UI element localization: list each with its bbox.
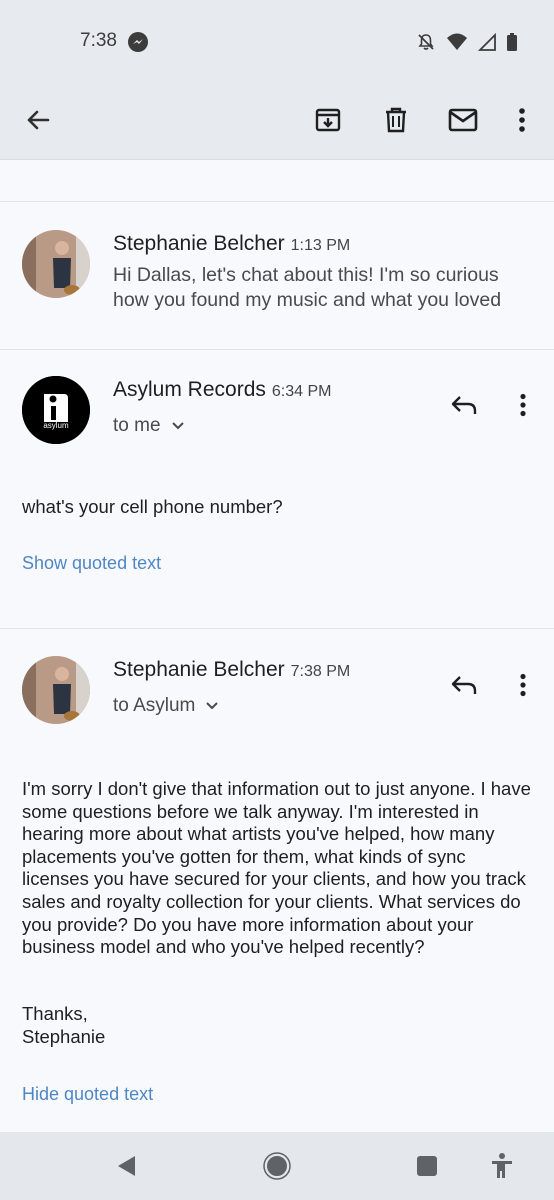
hide-quoted-text-link[interactable]: Hide quoted text [22,1084,153,1105]
message-snippet: Hi Dallas, let's chat about this! I'm so… [113,264,502,311]
avatar: asylum [22,376,90,444]
status-icons [416,32,518,57]
message-time: 6:34 PM [271,383,332,400]
message-signature: Stephanie [22,1026,106,1047]
sender-name: Stephanie Belcher 7:38 PM [113,658,351,681]
accessibility-icon[interactable] [486,1150,518,1182]
back-arrow-icon[interactable] [16,98,60,142]
status-bar: 7:38 [0,0,554,80]
message-signoff: Thanks, [22,1003,88,1024]
recipient-label: to Asylum [113,695,196,716]
avatar [22,230,90,298]
message-more-icon[interactable] [503,385,543,425]
reply-icon[interactable] [444,665,484,705]
recipient-toggle[interactable]: to me [113,415,185,437]
message-more-icon[interactable] [503,665,543,705]
status-time: 7:38 [80,30,117,51]
archive-icon[interactable] [306,98,350,142]
avatar-text: asylum [43,421,69,430]
chevron-down-icon [171,415,185,437]
delete-icon[interactable] [374,98,418,142]
back-triangle-icon[interactable] [110,1150,142,1182]
recipient-label: to me [113,415,161,436]
signal-icon [477,32,496,56]
chevron-down-icon [205,695,219,717]
bell-off-icon [416,32,436,57]
mark-unread-icon[interactable] [441,98,485,142]
reply-icon[interactable] [444,385,484,425]
avatar [22,656,90,724]
message-body: I'm sorry I don't give that information … [22,778,531,958]
recipient-toggle[interactable]: to Asylum [113,695,219,717]
email-thread: Stephanie Belcher 1:13 PM Hi Dallas, let'… [0,160,554,1132]
recents-square-icon[interactable] [411,1150,443,1182]
system-nav-bar [0,1132,554,1200]
wifi-icon [446,32,468,57]
divider [0,201,554,202]
toolbar [0,80,554,160]
messenger-icon [128,32,148,52]
show-quoted-text-link[interactable]: Show quoted text [22,553,161,574]
more-vert-icon[interactable] [500,98,544,142]
message-time: 1:13 PM [290,237,351,254]
battery-icon [506,32,518,57]
sender-name: Stephanie Belcher 1:13 PM [113,232,351,255]
message-body: what's your cell phone number? [22,496,283,517]
message-time: 7:38 PM [290,663,351,680]
home-circle-icon[interactable] [261,1150,293,1182]
divider [0,349,554,350]
sender-name: Asylum Records 6:34 PM [113,378,332,401]
divider [0,628,554,629]
